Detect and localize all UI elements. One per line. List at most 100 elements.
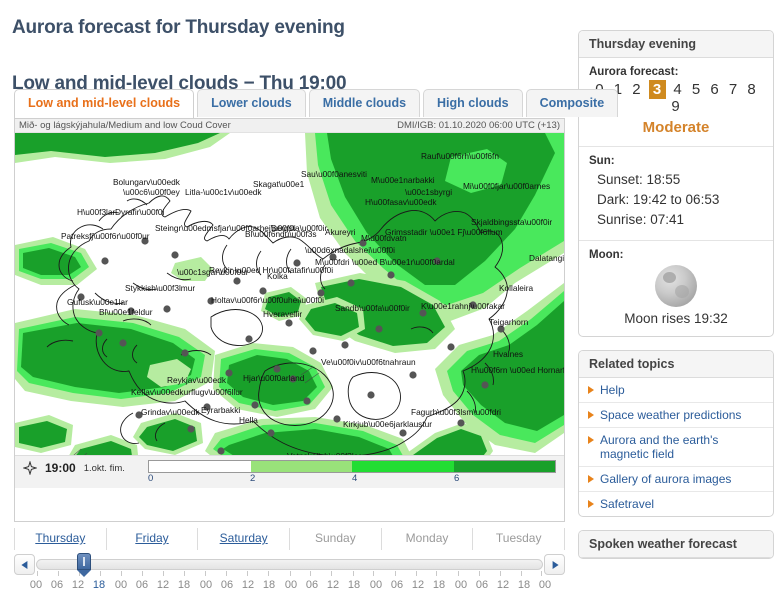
aurora-scale-9[interactable]: 9 (669, 97, 682, 116)
hour-tick-17[interactable]: 06 (391, 579, 403, 591)
svg-text:Reykjav\u00edk: Reykjav\u00edk (167, 375, 227, 385)
hour-tick-24[interactable]: 00 (539, 579, 551, 591)
sun-dark: Dark: 19:42 to 06:53 (589, 190, 763, 210)
hour-tick-2[interactable]: 12 (72, 579, 84, 591)
svg-text:Litla-\u00c1v\u00edk: Litla-\u00c1v\u00edk (185, 187, 262, 197)
hour-tick-16[interactable]: 00 (370, 579, 382, 591)
hour-tick-6[interactable]: 12 (157, 579, 169, 591)
svg-text:\u00c6\u00f0ey: \u00c6\u00f0ey (123, 187, 181, 197)
svg-text:Bergsta\u00f0ir: Bergsta\u00f0ir (271, 223, 328, 233)
svg-text:Keflav\u00edkurflugv\u00f6llur: Keflav\u00edkurflugv\u00f6llur (131, 387, 243, 397)
tab-high-clouds[interactable]: High clouds (423, 89, 523, 117)
map-canvas[interactable]: Bolungarv\u00edk \u00c6\u00f0ey H\u00f3l… (15, 133, 564, 488)
hour-tick-3[interactable]: 18 (93, 579, 105, 591)
map-caption-right: DMI/IGB: 01.10.2020 06:00 UTC (+13) (397, 119, 560, 133)
hour-tick-14[interactable]: 12 (327, 579, 339, 591)
hour-tick-22[interactable]: 12 (497, 579, 509, 591)
hour-tick-12[interactable]: 00 (285, 579, 297, 591)
related-topic-gallery[interactable]: Gallery of aurora images (579, 467, 773, 492)
hour-tick-13[interactable]: 06 (306, 579, 318, 591)
hour-tick-4[interactable]: 00 (115, 579, 127, 591)
time-slider[interactable] (14, 552, 565, 578)
hour-tick-7[interactable]: 18 (178, 579, 190, 591)
day-sunday[interactable]: Sunday (289, 528, 381, 550)
svg-text:\u00d6xnadalshei\u00f0i: \u00d6xnadalshei\u00f0i (305, 245, 395, 255)
triangle-right-icon (588, 500, 594, 508)
related-topic-safetravel[interactable]: Safetravel (579, 492, 773, 516)
timeline-prev-button[interactable] (14, 554, 35, 575)
moon-label: Moon: (589, 249, 763, 261)
related-topic-help[interactable]: Help (579, 378, 773, 403)
timeline-next-button[interactable] (544, 554, 565, 575)
svg-text:M\u00fdri \u00ed B\u00e1r\u00f: M\u00fdri \u00ed B\u00e1r\u00f0ardal (315, 257, 455, 267)
svg-text:Stykkish\u00f3lmur: Stykkish\u00f3lmur (125, 283, 195, 293)
related-topic-space-weather-predictions[interactable]: Space weather predictions (579, 403, 773, 428)
related-topic-aurora-magnetic-field[interactable]: Aurora and the earth's magnetic field (579, 428, 773, 467)
aurora-scale-5[interactable]: 5 (690, 80, 703, 99)
cloud-layer-tabs: Low and mid-level clouds Lower clouds Mi… (14, 88, 618, 117)
tab-lower-clouds[interactable]: Lower clouds (197, 89, 306, 117)
aurora-scale-8[interactable]: 8 (745, 80, 758, 99)
hour-tick-10[interactable]: 12 (242, 579, 254, 591)
svg-text:Grindav\u00edk: Grindav\u00edk (141, 407, 200, 417)
page-title: Aurora forecast for Thursday evening (12, 17, 345, 39)
time-slider-track[interactable] (36, 559, 543, 570)
tab-composite[interactable]: Composite (526, 89, 619, 117)
svg-text:Skjaldbingssta\u00f0ir: Skjaldbingssta\u00f0ir (471, 217, 552, 227)
day-thursday[interactable]: Thursday (14, 528, 106, 550)
time-slider-tickmarks (37, 571, 542, 576)
triangle-right-icon (588, 386, 594, 394)
aurora-scale-3-selected[interactable]: 3 (649, 80, 666, 99)
svg-text:Kolka: Kolka (267, 271, 288, 281)
hour-tick-18[interactable]: 12 (412, 579, 424, 591)
svg-text:Sandb\u00fa\u00f0ir: Sandb\u00fa\u00f0ir (335, 303, 410, 313)
day-saturday[interactable]: Saturday (197, 528, 289, 550)
day-monday[interactable]: Monday (381, 528, 473, 550)
colorbar-seg-1 (251, 461, 353, 472)
svg-text:Mi\u00f0fjar\u00f0arnes: Mi\u00f0fjar\u00f0arnes (463, 181, 550, 191)
cloud-cover-map-panel: Mið- og lágskýjahula/Medium and low Coud… (14, 118, 565, 522)
map-time-value: 19:00 (45, 461, 76, 475)
hour-ticks-row: 00 06 12 18 00 06 12 18 00 06 12 18 00 0… (14, 579, 565, 595)
map-legend-bar: 19:00 1.okt. fim. 0 2 4 6 (15, 455, 564, 488)
aurora-scale-6[interactable]: 6 (708, 80, 721, 99)
colorbar-segments (148, 460, 556, 473)
hour-tick-15[interactable]: 18 (348, 579, 360, 591)
svg-text:Bl\u00e1feldur: Bl\u00e1feldur (99, 307, 153, 317)
day-tuesday[interactable]: Tuesday (472, 528, 565, 550)
hour-tick-21[interactable]: 06 (476, 579, 488, 591)
aurora-forecast-label: Aurora forecast: (589, 66, 763, 78)
hour-tick-19[interactable]: 18 (433, 579, 445, 591)
colorbar-tick-0: 0 (148, 473, 153, 484)
moon-rise-note: Moon rises 19:32 (589, 311, 763, 326)
tab-middle-clouds[interactable]: Middle clouds (309, 89, 420, 117)
colorbar-seg-3 (454, 461, 556, 472)
svg-text:Rauf\u00f6rh\u00f6fn: Rauf\u00f6rh\u00f6fn (421, 151, 499, 161)
sun-sunrise: Sunrise: 07:41 (589, 210, 763, 230)
svg-text:Patreksfj\u00f6r\u00f0ur: Patreksfj\u00f6r\u00f0ur (61, 231, 150, 241)
related-topic-label: Safetravel (600, 497, 654, 511)
aurora-forecast-page: Aurora forecast for Thursday evening Low… (0, 0, 782, 616)
moon-phase-icon (655, 265, 697, 307)
compass-icon (23, 461, 37, 475)
day-friday[interactable]: Friday (106, 528, 198, 550)
aurora-scale-7[interactable]: 7 (727, 80, 740, 99)
forecast-card-title: Thursday evening (579, 31, 773, 58)
hour-tick-8[interactable]: 00 (200, 579, 212, 591)
svg-text:Hjar\u00f0arland: Hjar\u00f0arland (243, 373, 305, 383)
hour-tick-9[interactable]: 06 (221, 579, 233, 591)
hour-tick-0[interactable]: 00 (30, 579, 42, 591)
svg-text:Fagurh\u00f3lsm\u00fdri: Fagurh\u00f3lsm\u00fdri (411, 407, 501, 417)
hour-tick-20[interactable]: 00 (455, 579, 467, 591)
hour-tick-23[interactable]: 18 (518, 579, 530, 591)
time-slider-handle[interactable] (77, 553, 91, 577)
hour-tick-11[interactable]: 18 (263, 579, 275, 591)
tab-low-and-mid-level-clouds[interactable]: Low and mid-level clouds (14, 89, 194, 118)
svg-text:H\u00f6rn \u00ed Hornarfir\u00: H\u00f6rn \u00ed Hornarfir\u00f0i (471, 365, 564, 375)
hour-tick-1[interactable]: 06 (51, 579, 63, 591)
aurora-scale-2[interactable]: 2 (630, 80, 643, 99)
spoken-forecast-title: Spoken weather forecast (579, 531, 773, 558)
aurora-level-word: Moderate (589, 119, 763, 136)
hour-tick-5[interactable]: 06 (136, 579, 148, 591)
svg-text:Ve\u00f0iv\u00f6tnahraun: Ve\u00f0iv\u00f6tnahraun (321, 357, 416, 367)
